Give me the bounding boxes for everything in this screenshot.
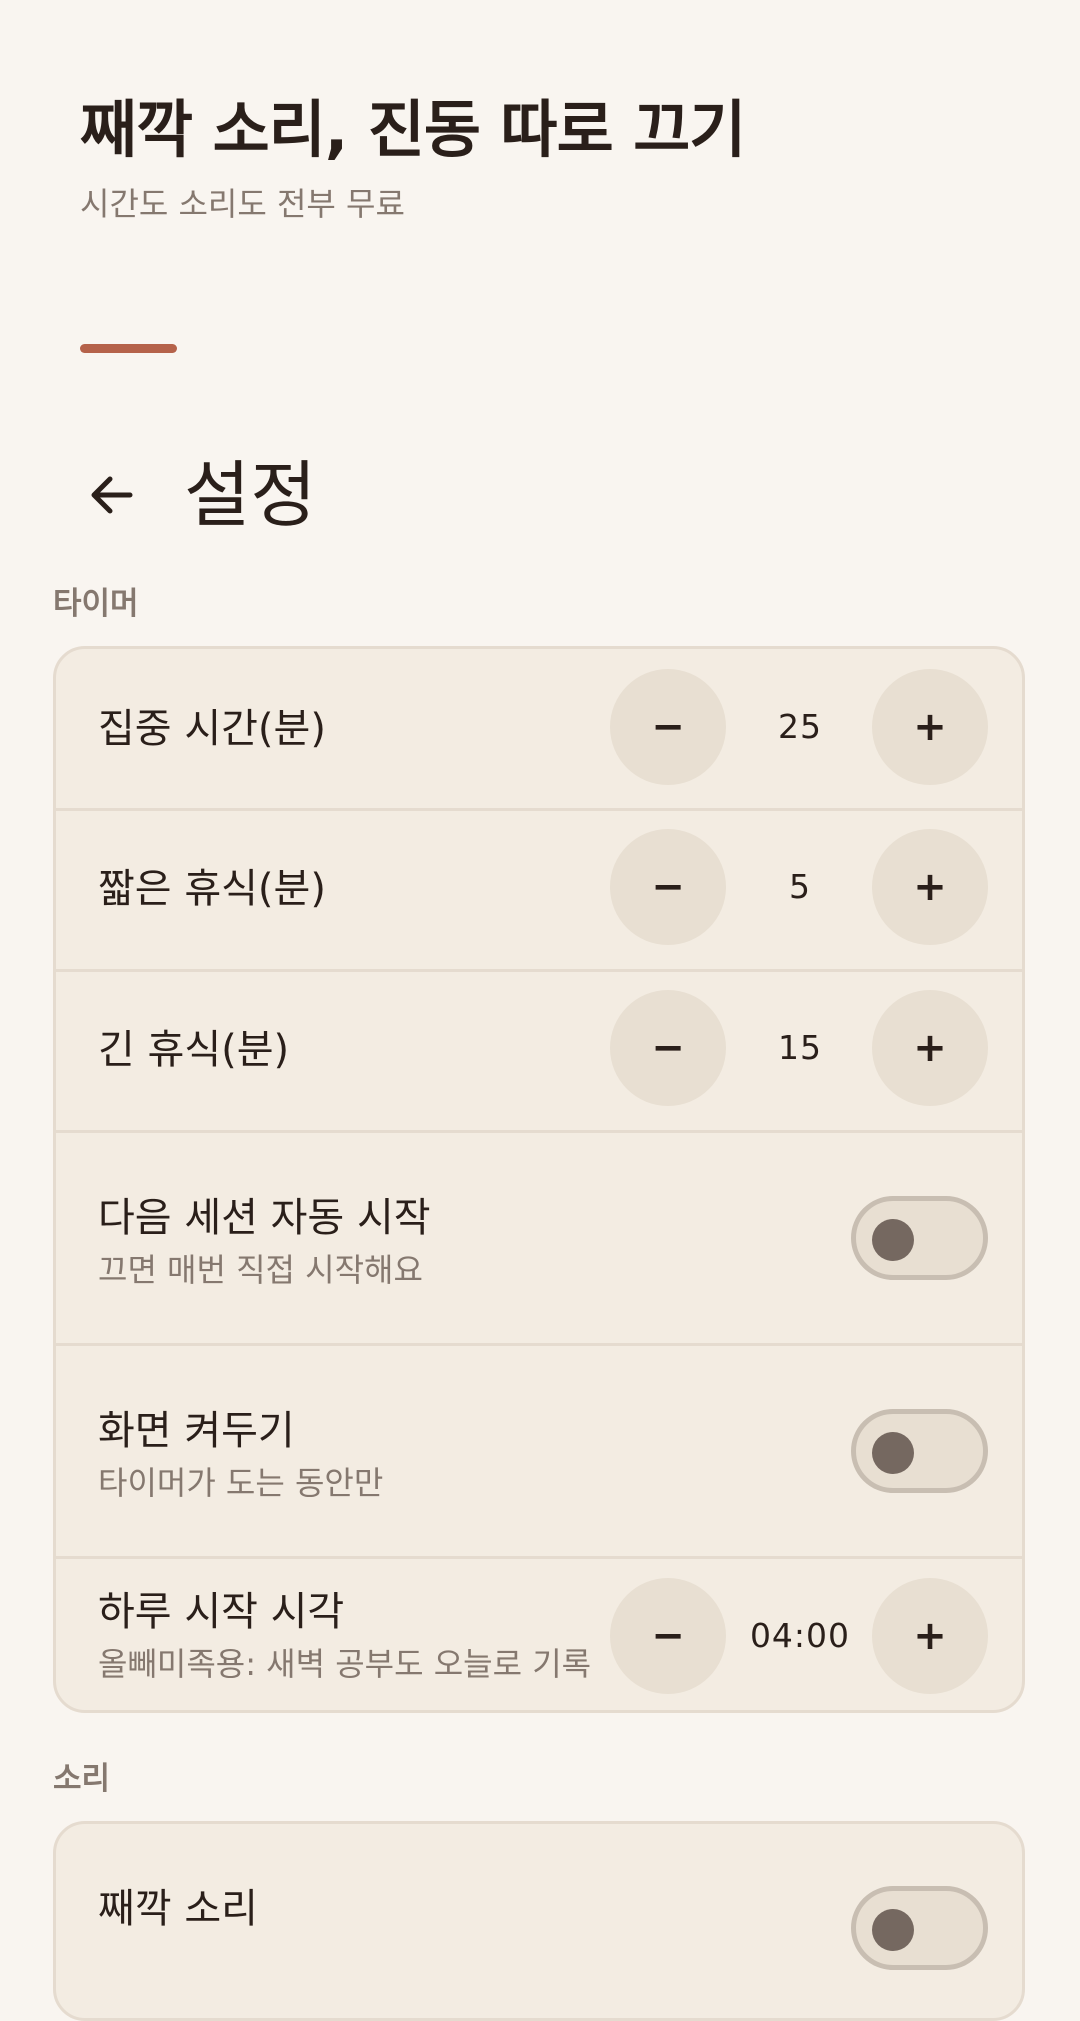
- toggle-knob: [872, 1219, 914, 1261]
- setting-row-auto-start[interactable]: 다음 세션 자동 시작 끄면 매번 직접 시작해요: [56, 1130, 1022, 1343]
- setting-row-day-start: 하루 시작 시각 올빼미족용: 새벽 공부도 오늘로 기록 − 04:00 +: [56, 1556, 1022, 1710]
- stepper-value: 25: [778, 707, 822, 746]
- sound-settings-card: 째깍 소리: [53, 1821, 1025, 2021]
- hero-title: 째깍 소리, 진동 따로 끄기: [80, 93, 746, 166]
- setting-description: 타이머가 도는 동안만: [98, 1464, 384, 1502]
- setting-label: 하루 시작 시각: [98, 1589, 345, 1635]
- page-title: 설정: [184, 453, 317, 537]
- setting-description: 끄면 매번 직접 시작해요: [98, 1251, 423, 1289]
- tick-sound-toggle[interactable]: [851, 1886, 988, 1970]
- increment-button[interactable]: +: [872, 829, 988, 945]
- keep-screen-on-toggle[interactable]: [851, 1409, 988, 1493]
- toggle-knob: [872, 1909, 914, 1951]
- setting-label: 집중 시간(분): [98, 706, 326, 752]
- setting-row-short-break: 짧은 휴식(분) − 5 +: [56, 808, 1022, 969]
- setting-row-keep-screen-on[interactable]: 화면 켜두기 타이머가 도는 동안만: [56, 1343, 1022, 1556]
- setting-label: 짧은 휴식(분): [98, 866, 326, 912]
- back-button[interactable]: [80, 463, 144, 527]
- section-label-sound: 소리: [53, 1761, 111, 1797]
- increment-button[interactable]: +: [872, 990, 988, 1106]
- section-label-timer: 타이머: [53, 586, 139, 622]
- increment-button[interactable]: +: [872, 669, 988, 785]
- setting-description: 올빼미족용: 새벽 공부도 오늘로 기록: [98, 1645, 592, 1683]
- app-bar: 설정: [80, 445, 316, 545]
- increment-button[interactable]: +: [872, 1578, 988, 1694]
- timer-settings-card: 집중 시간(분) − 25 + 짧은 휴식(분) − 5 + 긴 휴식(분) −…: [53, 646, 1025, 1713]
- stepper-value: 15: [778, 1028, 822, 1067]
- setting-label: 다음 세션 자동 시작: [98, 1195, 431, 1241]
- decrement-button[interactable]: −: [610, 669, 726, 785]
- decrement-button[interactable]: −: [610, 1578, 726, 1694]
- setting-row-focus-duration: 집중 시간(분) − 25 +: [56, 649, 1022, 809]
- decrement-button[interactable]: −: [610, 990, 726, 1106]
- setting-row-long-break: 긴 휴식(분) − 15 +: [56, 969, 1022, 1130]
- setting-label: 째깍 소리: [98, 1886, 258, 1932]
- stepper-value: 5: [789, 867, 811, 906]
- hero-subtitle: 시간도 소리도 전부 무료: [80, 185, 405, 223]
- accent-divider: [80, 344, 177, 353]
- setting-row-tick-sound[interactable]: 째깍 소리: [56, 1824, 1022, 2018]
- stepper-value: 04:00: [749, 1616, 851, 1655]
- arrow-left-icon: [91, 476, 133, 514]
- decrement-button[interactable]: −: [610, 829, 726, 945]
- setting-label: 화면 켜두기: [98, 1408, 295, 1454]
- auto-start-toggle[interactable]: [851, 1196, 988, 1280]
- toggle-knob: [872, 1432, 914, 1474]
- hero: 째깍 소리, 진동 따로 끄기 시간도 소리도 전부 무료: [80, 90, 1000, 224]
- setting-label: 긴 휴식(분): [98, 1027, 290, 1073]
